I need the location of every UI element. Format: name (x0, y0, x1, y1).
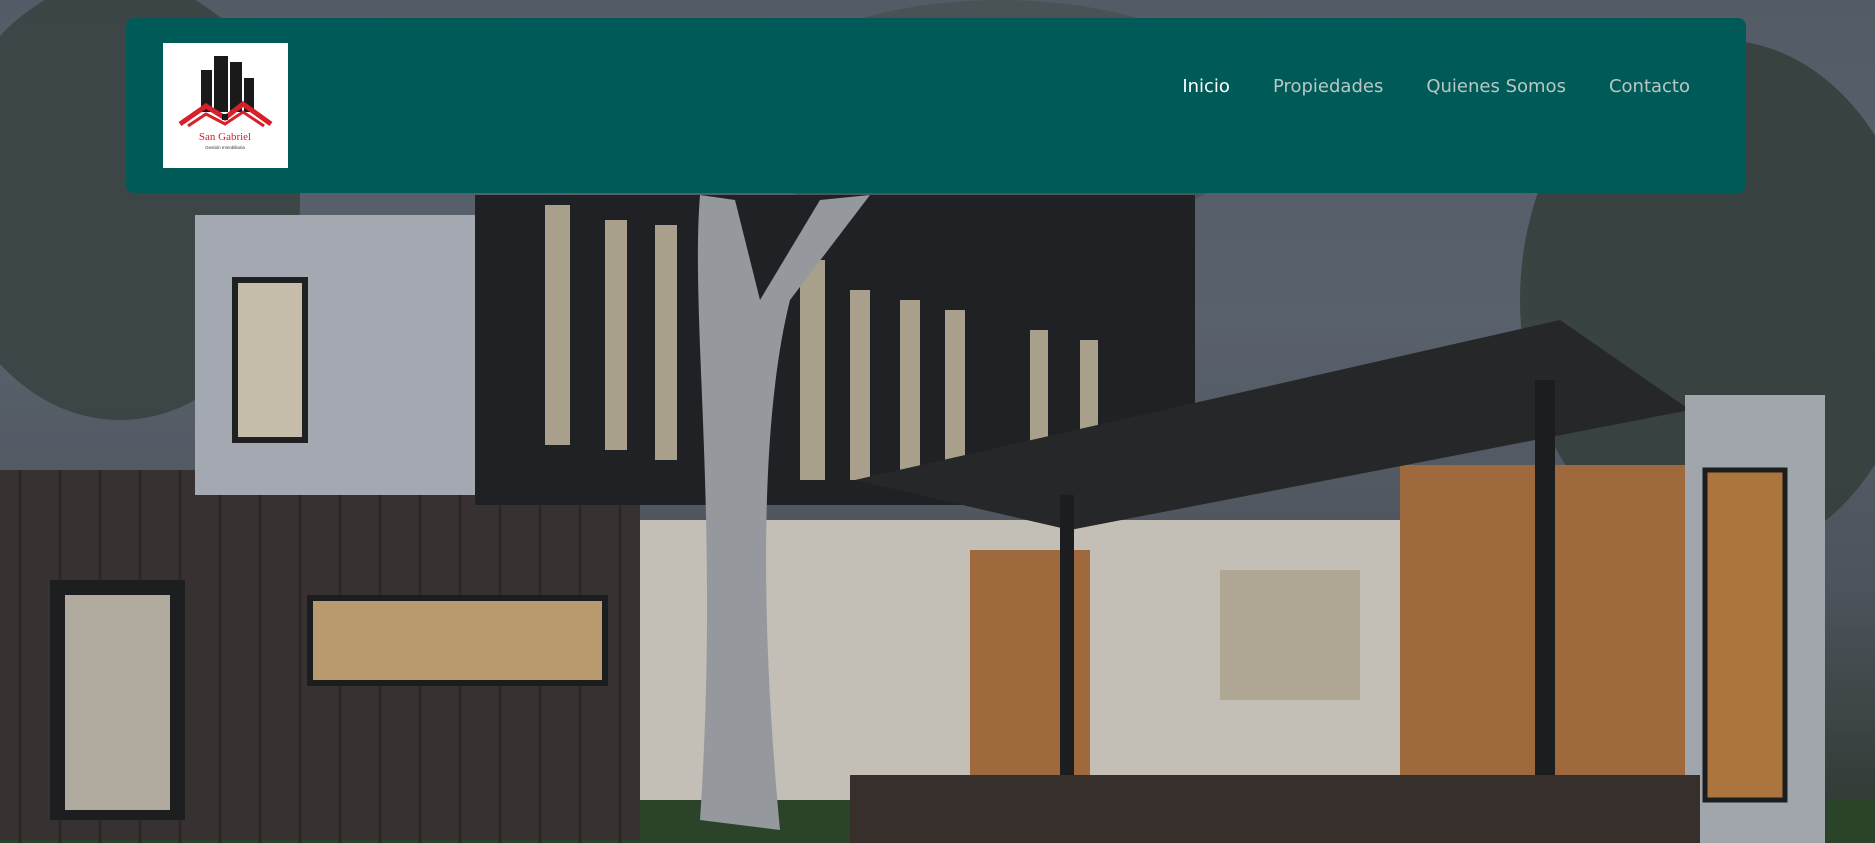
main-nav: Inicio Propiedades Quienes Somos Contact… (1182, 76, 1690, 97)
nav-link-propiedades[interactable]: Propiedades (1273, 76, 1383, 97)
nav-link-contacto[interactable]: Contacto (1609, 76, 1690, 97)
brand-tagline: Gestión Inmobiliaria (205, 145, 245, 150)
nav-link-quienes-somos[interactable]: Quienes Somos (1426, 76, 1566, 97)
brand-name: San Gabriel (199, 131, 251, 143)
brand-logo[interactable]: San Gabriel Gestión Inmobiliaria (163, 43, 288, 168)
navbar: San Gabriel Gestión Inmobiliaria Inicio … (126, 18, 1746, 193)
nav-link-inicio[interactable]: Inicio (1182, 76, 1230, 97)
building-logo-icon: San Gabriel Gestión Inmobiliaria (178, 56, 273, 150)
